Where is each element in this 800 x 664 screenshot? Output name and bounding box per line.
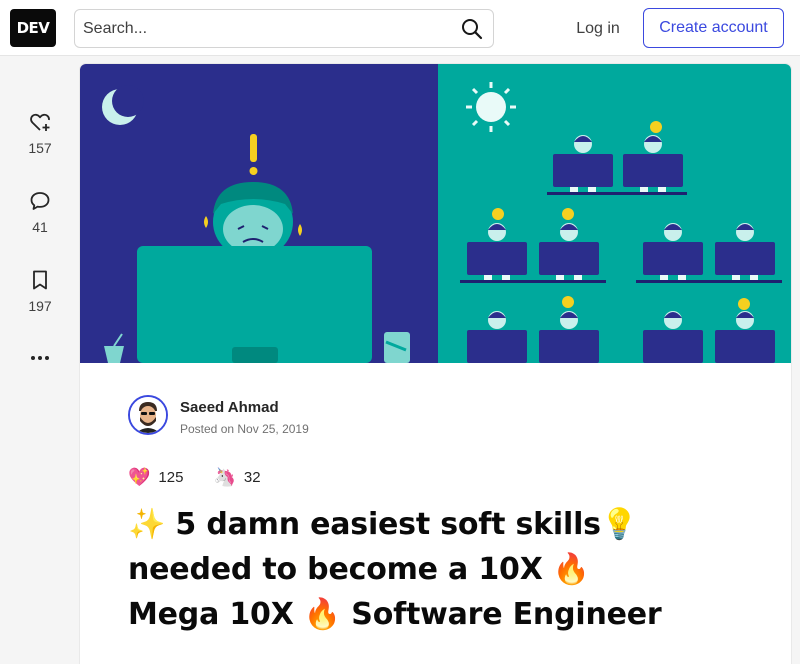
more-options-button[interactable] [0,346,80,370]
bookmark-icon [33,270,47,290]
comment-icon [30,192,50,210]
search-icon [462,19,483,40]
bookmark-count: 197 [28,298,52,314]
dev-logo[interactable]: DEV [10,9,56,47]
search-input[interactable] [83,10,453,47]
heart-plus-icon [30,113,50,131]
unicorn-reaction: 🦄 32 [213,468,260,486]
article-card: Saeed Ahmad Posted on Nov 25, 2019 💖 125… [80,64,791,664]
logo-text: DEV [16,19,50,37]
unicorn-reaction-count: 32 [243,468,261,486]
article-title: ✨ 5 damn easiest soft skills💡 needed to … [128,507,662,632]
heart-reaction-count: 125 [158,468,184,486]
cover-image [80,64,791,363]
top-header: DEV Log in Create account [0,0,800,56]
post-date: Posted on Nov 25, 2019 [180,422,309,436]
author-name[interactable]: Saeed Ahmad [180,399,279,416]
more-icon [31,356,49,360]
author-avatar-image [130,397,166,433]
sparkling-heart-icon: 💖 [128,467,151,487]
unicorn-icon: 🦄 [213,467,236,487]
search-button[interactable] [457,14,487,44]
author-block: Saeed Ahmad Posted on Nov 25, 2019 [128,395,628,436]
login-link[interactable]: Log in [562,9,634,49]
comments-button[interactable]: 41 [0,189,80,235]
create-account-button[interactable]: Create account [643,8,784,48]
search-box [74,9,494,48]
bookmark-button[interactable]: 197 [0,268,80,314]
reaction-button[interactable]: 157 [0,110,80,156]
posted-on-label: Posted on [180,422,235,436]
reaction-summary: 💖 125 🦄 32 [128,466,291,488]
heart-reaction: 💖 125 [128,468,183,486]
reaction-count: 157 [28,140,52,156]
post-date-value: Nov 25, 2019 [237,422,309,436]
author-avatar[interactable] [128,395,168,435]
comment-count: 41 [32,219,48,235]
